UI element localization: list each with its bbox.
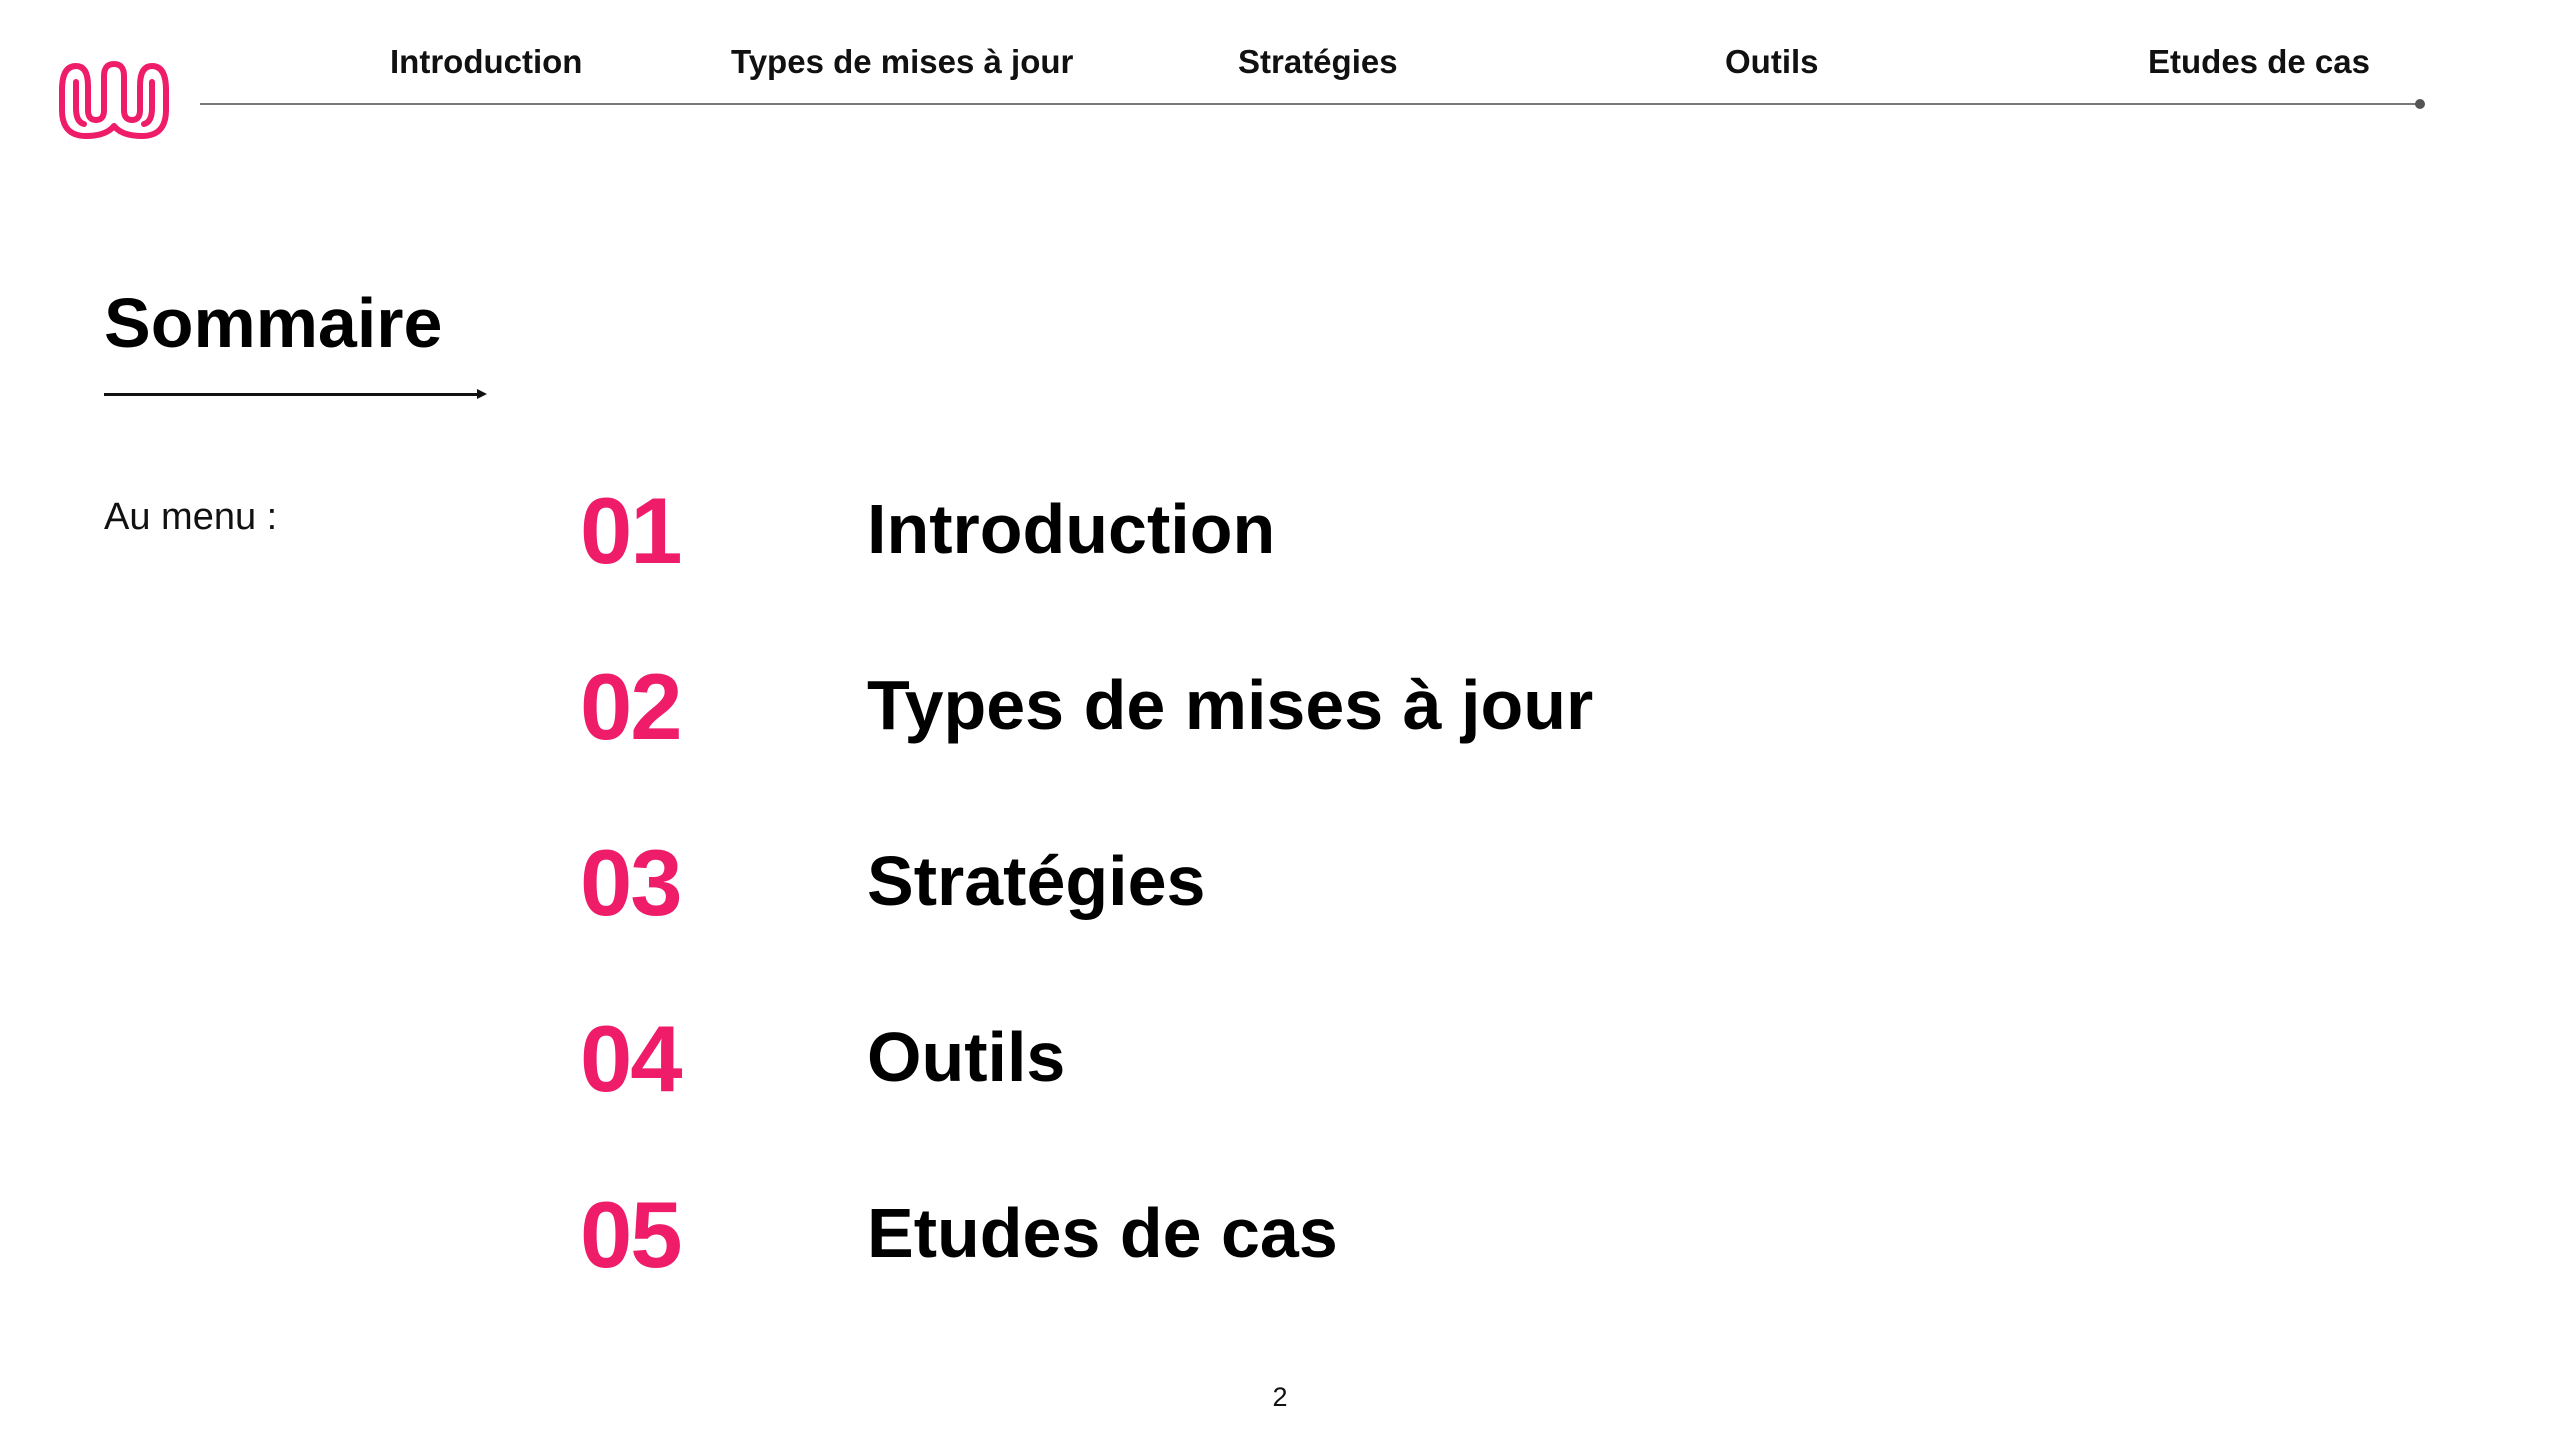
nav-item-introduction[interactable]: Introduction xyxy=(390,42,582,82)
toc-number: 01 xyxy=(580,478,683,583)
nav-progress-line xyxy=(200,103,2420,105)
toc-item-types-de-mises-a-jour[interactable]: Types de mises à jour xyxy=(867,662,1593,748)
nav-item-etudes-de-cas[interactable]: Etudes de cas xyxy=(2148,42,2370,82)
nav-item-types-de-mises-a-jour[interactable]: Types de mises à jour xyxy=(731,42,1073,82)
toc-number: 03 xyxy=(580,830,683,935)
title-underline xyxy=(104,393,479,396)
toc-item-outils[interactable]: Outils xyxy=(867,1014,1065,1100)
toc-number: 02 xyxy=(580,654,683,759)
page-number: 2 xyxy=(1272,1382,1288,1412)
page-title: Sommaire xyxy=(104,284,443,362)
toc-item-strategies[interactable]: Stratégies xyxy=(867,838,1205,924)
toc-item-etudes-de-cas[interactable]: Etudes de cas xyxy=(867,1190,1338,1276)
toc-number: 04 xyxy=(580,1006,683,1111)
nav-item-strategies[interactable]: Stratégies xyxy=(1238,42,1398,82)
nav-progress-dot xyxy=(2415,99,2425,109)
menu-label: Au menu : xyxy=(104,496,278,538)
toc-item-introduction[interactable]: Introduction xyxy=(867,486,1275,572)
top-navigation: Introduction Types de mises à jour Strat… xyxy=(0,0,2560,120)
arrow-right-icon xyxy=(477,389,487,399)
toc-number: 05 xyxy=(580,1182,683,1287)
nav-item-outils[interactable]: Outils xyxy=(1725,42,1819,82)
